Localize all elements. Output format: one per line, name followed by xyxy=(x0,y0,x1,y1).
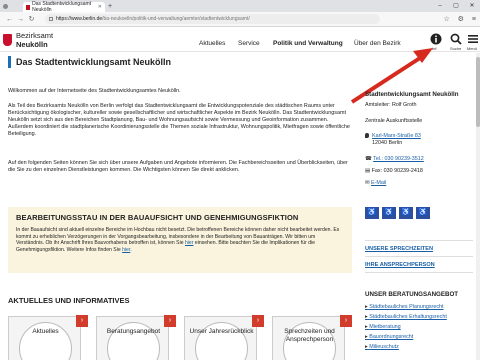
lock-icon xyxy=(49,17,53,21)
browser-tab-bar: Das Stadtentwicklungsamt Neukölln ✕ + – … xyxy=(0,0,480,13)
back-icon[interactable]: ← xyxy=(4,16,15,23)
site-header: Bezirksamt Neukölln Aktuelles Service Po… xyxy=(0,28,480,52)
tile-label: Beratungsangebot xyxy=(106,328,161,335)
favicon-icon xyxy=(26,4,31,10)
alert-text: In der Bauaufsicht sind aktuell einzelne… xyxy=(16,227,344,253)
tile-arrow-button[interactable]: › xyxy=(252,315,264,327)
page-title: Das Stadtentwicklungsamt Neukölln xyxy=(8,56,352,68)
sidebar-city: 12040 Berlin xyxy=(372,140,403,146)
page-scrollbar[interactable] xyxy=(476,53,480,360)
wheelchair-parking-icon: ♿ xyxy=(399,207,413,219)
offer-item[interactable]: Mietberatung xyxy=(365,322,447,332)
url-path: /ba-neukoelln/politik-und-verwaltung/aem… xyxy=(102,16,250,22)
offer-item[interactable]: Städtebauliches Erhaltungsrecht xyxy=(365,312,447,322)
offer-title: UNSER BERATUNGSANGEBOT xyxy=(365,291,459,298)
tile-arrow-button[interactable]: › xyxy=(164,315,176,327)
menu-icon[interactable] xyxy=(467,33,479,45)
accessibility-icons: ♿ ♿ ♿ ♿ xyxy=(365,207,430,219)
minimize-icon[interactable]: – xyxy=(432,1,448,12)
alert-title: BEARBEITUNGSSTAU IN DER BAUAUFSICHT UND … xyxy=(16,213,299,222)
offer-item[interactable]: Städtebauliches Planungsrecht xyxy=(365,302,447,312)
offer-item[interactable]: Milieuschutz xyxy=(365,342,447,352)
nav-ueber-bezirk[interactable]: Über den Bezirk xyxy=(354,40,401,47)
tile-beratungsangebot[interactable]: Beratungsangebot › xyxy=(96,315,176,360)
tile-sprechzeiten[interactable]: Sprechzeiten und Ansprechperson › xyxy=(272,315,352,360)
sidebar-fax-text: Fax: 030 90239-2418 xyxy=(371,168,423,174)
url-field[interactable]: https://www.berlin.de/ba-neukoelln/polit… xyxy=(45,14,380,24)
browser-tab-active[interactable]: Das Stadtentwicklungsamt Neukölln ✕ xyxy=(23,1,105,13)
nav-politik-verwaltung[interactable]: Politik und Verwaltung xyxy=(273,40,343,47)
new-tab-button[interactable]: + xyxy=(108,2,112,12)
tile-arrow-button[interactable]: › xyxy=(340,315,352,327)
tile-jahresrueckblick[interactable]: Unser Jahresrückblick › xyxy=(184,315,264,360)
wheelchair-toilet-icon: ♿ xyxy=(416,207,430,219)
sidebar-divider xyxy=(365,256,473,257)
browser-menu-icon[interactable]: ≡ xyxy=(472,16,476,23)
sidebar-divider xyxy=(365,240,473,241)
nav-service[interactable]: Service xyxy=(238,40,260,47)
more-info-paragraph: Auf den folgenden Seiten können Sie sich… xyxy=(8,160,348,173)
search-label: Suche xyxy=(450,46,462,51)
welcome-text: Willkommen auf der Internetseite des Sta… xyxy=(8,88,181,94)
link-ansprechperson[interactable]: IHRE ANSPRECHPERSON xyxy=(365,262,435,268)
bookmark-icon[interactable]: ☆ xyxy=(443,16,449,23)
offer-list: Städtebauliches Planungsrecht Städtebaul… xyxy=(365,302,447,352)
sidebar-tel-text[interactable]: Tel.: 030 90239-3512 xyxy=(373,156,424,162)
browser-toolbar-right: ☆ ⚙ ≡ xyxy=(437,15,476,23)
forward-icon[interactable]: → xyxy=(15,16,26,23)
sidebar-office: Zentrale Auskunftsstelle xyxy=(365,118,423,124)
sidebar-email[interactable]: ✉ E-Mail xyxy=(365,180,386,187)
alert-text-end: . xyxy=(130,246,132,253)
window-menu-icon[interactable] xyxy=(3,4,8,9)
intro-paragraph: Als Teil des Bezirksamts Neukölln von Be… xyxy=(8,103,350,137)
section-title-aktuelles: AKTUELLES UND INFORMATIVES xyxy=(8,296,130,305)
alert-link-addresses[interactable]: hier xyxy=(185,240,194,246)
link-sprechzeiten[interactable]: UNSERE SPRECHZEITEN xyxy=(365,246,433,252)
close-window-icon[interactable]: ✕ xyxy=(464,1,480,12)
window-controls: – ▢ ✕ xyxy=(432,1,480,12)
wheelchair-elevator-icon: ♿ xyxy=(382,207,396,219)
sidebar-email-link[interactable]: E-Mail xyxy=(371,180,386,186)
offer-item[interactable]: Bauordnungsrecht xyxy=(365,332,447,342)
wheelchair-access-icon: ♿ xyxy=(365,207,379,219)
location-pin-icon xyxy=(365,133,369,139)
search-icon[interactable] xyxy=(450,33,462,45)
info-icon[interactable] xyxy=(430,33,442,45)
sidebar-fax: ▤ Fax: 030 90239-2418 xyxy=(365,168,423,175)
nav-aktuelles[interactable]: Aktuelles xyxy=(199,40,225,47)
tile-label: Aktuelles xyxy=(32,328,59,335)
berlin-bear-logo-icon[interactable] xyxy=(3,34,12,46)
sidebar-divider xyxy=(365,272,473,273)
main-content: Das Stadtentwicklungsamt Neukölln xyxy=(8,56,352,68)
tile-arrow-button[interactable]: › xyxy=(76,315,88,327)
url-host: https://www.berlin.de xyxy=(56,16,103,22)
fax-icon: ▤ xyxy=(365,168,372,174)
alert-box: BEARBEITUNGSSTAU IN DER BAUAUFSICHT UND … xyxy=(8,207,352,273)
phone-icon: ☎ xyxy=(365,156,374,162)
info-label: Inf. xyxy=(432,46,438,51)
sidebar-street[interactable]: Karl-Marx-Straße 83 xyxy=(372,133,421,139)
sidebar-leader: Amtsleiter: Rolf Groth xyxy=(365,102,417,108)
extensions-icon[interactable]: ⚙ xyxy=(458,16,464,23)
logo-line2: Neukölln xyxy=(16,39,48,49)
reload-icon[interactable]: ↻ xyxy=(26,15,37,23)
tile-label: Unser Jahresrückblick xyxy=(189,328,254,335)
tile-label: Sprechzeiten und Ansprechperson xyxy=(284,328,335,343)
tile-aktuelles[interactable]: Aktuelles › xyxy=(8,315,88,360)
menu-label: Menü xyxy=(467,46,478,51)
scrollbar-thumb[interactable] xyxy=(476,57,480,127)
sidebar-address[interactable]: Karl-Marx-Straße 83 12040 Berlin xyxy=(365,133,421,147)
site-logo[interactable]: Bezirksamt Neukölln xyxy=(16,31,53,49)
maximize-icon[interactable]: ▢ xyxy=(448,1,464,12)
sidebar-tel[interactable]: ☎ Tel.: 030 90239-3512 xyxy=(365,156,424,163)
address-bar-row: ← → ↻ https://www.berlin.de/ba-neukoelln… xyxy=(0,12,480,27)
sidebar-title: Stadtentwicklungsamt Neukölln xyxy=(365,91,459,98)
tab-close-icon[interactable]: ✕ xyxy=(98,4,102,10)
